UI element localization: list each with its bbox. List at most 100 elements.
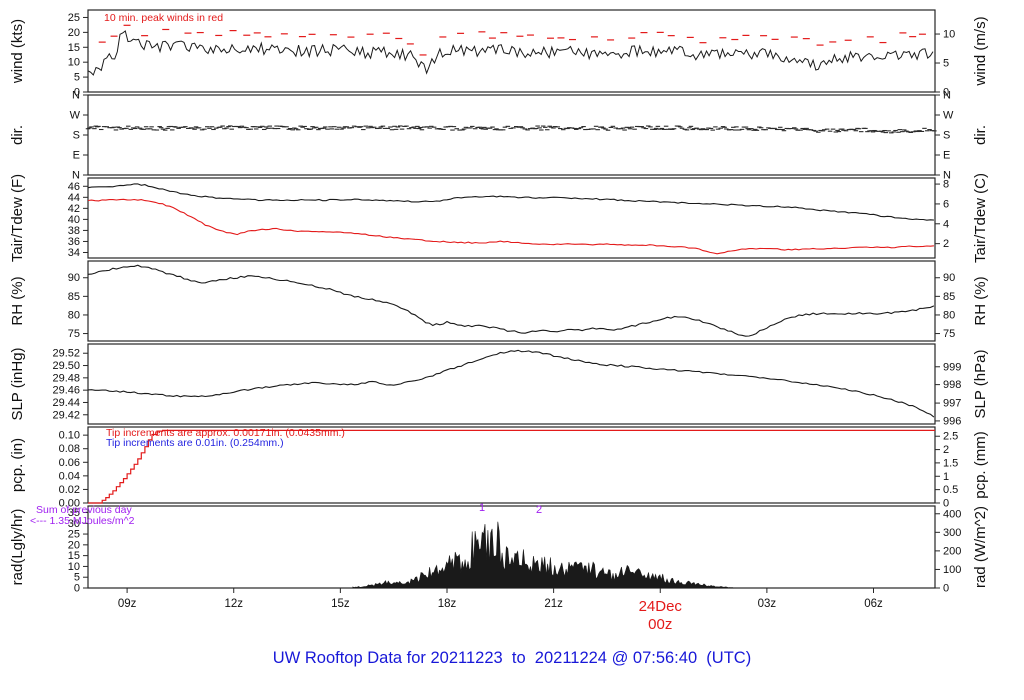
svg-text:80: 80 — [68, 309, 80, 321]
series-slp — [87, 349, 935, 418]
svg-text:15: 15 — [68, 550, 80, 562]
rad-marker-1: 1 — [479, 502, 486, 514]
svg-text:0.04: 0.04 — [59, 470, 80, 482]
series-tair — [87, 183, 934, 221]
x-tick-date: 24Dec — [639, 598, 683, 615]
svg-text:29.48: 29.48 — [52, 372, 80, 384]
svg-text:46: 46 — [68, 181, 80, 193]
svg-text:200: 200 — [943, 545, 961, 557]
svg-text:29.42: 29.42 — [52, 409, 80, 421]
figure-title: UW Rooftop Data for 20211223 to 20211224… — [272, 649, 752, 667]
svg-text:W: W — [70, 110, 81, 122]
axis-label-right-pcp: pcp. (mm) — [972, 431, 989, 499]
x-tick-label: 21z — [544, 598, 563, 610]
svg-text:E: E — [73, 150, 80, 162]
panel-dir: NESWNNESWNdir. dir. — [9, 90, 989, 182]
svg-text:36: 36 — [68, 236, 80, 248]
svg-text:997: 997 — [943, 398, 961, 410]
svg-text:1: 1 — [943, 471, 949, 483]
svg-text:20: 20 — [68, 539, 80, 551]
svg-text:0.10: 0.10 — [59, 430, 80, 442]
svg-text:0: 0 — [74, 583, 80, 595]
x-axis: 09z 12z 15z 18z 21z 24Dec00z 03z 06z — [118, 588, 883, 633]
svg-text:999: 999 — [943, 361, 961, 373]
panel-rad: 051015202530350100200300400rad(Lgly/hr) r… — [9, 505, 989, 595]
svg-text:8: 8 — [943, 179, 949, 191]
svg-text:2: 2 — [943, 444, 949, 456]
svg-text:29.44: 29.44 — [52, 397, 80, 409]
svg-text:0.06: 0.06 — [59, 457, 80, 469]
svg-text:6: 6 — [943, 198, 949, 210]
svg-text:44: 44 — [68, 192, 80, 204]
svg-text:2: 2 — [943, 238, 949, 250]
svg-text:29.52: 29.52 — [52, 348, 80, 360]
rad-marker-2: 2 — [536, 504, 543, 516]
svg-text:40: 40 — [68, 214, 80, 226]
svg-text:N: N — [72, 170, 80, 182]
axis-label-right-rh: RH (%) — [972, 276, 989, 325]
svg-text:N: N — [72, 90, 80, 102]
svg-text:85: 85 — [68, 291, 80, 303]
svg-text:10: 10 — [68, 57, 80, 69]
svg-text:25: 25 — [68, 529, 80, 541]
axis-label-right-rad: rad (W/m^2) — [972, 506, 989, 588]
svg-text:90: 90 — [68, 272, 80, 284]
svg-text:1.5: 1.5 — [943, 457, 958, 469]
svg-text:998: 998 — [943, 379, 961, 391]
axis-label-right-temp: Tair/Tdew (C) — [972, 173, 989, 263]
svg-text:300: 300 — [943, 527, 961, 539]
svg-text:S: S — [73, 130, 80, 142]
wind-peak-note: 10 min. peak winds in red — [104, 12, 224, 24]
x-tick-label: 12z — [224, 598, 243, 610]
axis-label-right-slp: SLP (hPa) — [972, 350, 989, 419]
svg-text:E: E — [943, 150, 950, 162]
svg-text:5: 5 — [74, 72, 80, 84]
axis-label-left-slp: SLP (inHg) — [9, 347, 26, 420]
svg-text:75: 75 — [943, 328, 955, 340]
svg-text:0: 0 — [943, 583, 949, 595]
svg-text:5: 5 — [943, 58, 949, 70]
svg-text:4: 4 — [943, 218, 949, 230]
panel-rh: 75 80 85 90 75 80 85 90 RH (%) RH (%) — [9, 260, 989, 342]
svg-text:90: 90 — [943, 272, 955, 284]
svg-text:20: 20 — [68, 27, 80, 39]
svg-text:00z: 00z — [648, 616, 672, 633]
svg-text:34: 34 — [68, 247, 80, 259]
x-tick-label: 06z — [864, 598, 883, 610]
svg-text:5: 5 — [74, 572, 80, 584]
x-tick-label: 15z — [331, 598, 350, 610]
svg-text:400: 400 — [943, 508, 961, 520]
panel-temp: 343638404244462468Tair/Tdew (F) Tair/Tdew… — [9, 173, 989, 263]
svg-text:25: 25 — [68, 12, 80, 24]
svg-text:38: 38 — [68, 225, 80, 237]
svg-text:10: 10 — [68, 561, 80, 573]
axis-label-left-pcp: pcp. (in) — [9, 438, 26, 492]
svg-text:29.50: 29.50 — [52, 360, 80, 372]
svg-text:80: 80 — [943, 309, 955, 321]
pcp-tip-note-blue: Tip increments are 0.01in. (0.254mm.) — [106, 437, 284, 449]
svg-text:996: 996 — [943, 415, 961, 427]
axis-label-right-wind: wind (m/s) — [972, 16, 989, 86]
svg-text:S: S — [943, 130, 950, 142]
axis-label-left-wind: wind (kts) — [9, 19, 26, 84]
axis-label-right-dir: dir. — [972, 125, 989, 145]
svg-text:100: 100 — [943, 564, 961, 576]
axis-label-left-rh: RH (%) — [9, 276, 26, 325]
svg-text:2.5: 2.5 — [943, 431, 958, 443]
axis-label-left-rad: rad(Lgly/hr) — [9, 509, 26, 586]
svg-text:N: N — [943, 90, 951, 102]
series-rh — [87, 264, 935, 337]
svg-text:75: 75 — [68, 328, 80, 340]
svg-text:10: 10 — [943, 29, 955, 41]
x-tick-label: 18z — [438, 598, 457, 610]
svg-text:85: 85 — [943, 291, 955, 303]
svg-text:0.02: 0.02 — [59, 484, 80, 496]
axis-label-left-dir: dir. — [9, 125, 26, 145]
series-tdew — [87, 198, 934, 255]
svg-text:0.5: 0.5 — [943, 484, 958, 496]
meteogram-figure: 0 5 10 15 20 25 0 5 10 wind (kts) wind (m/s) N E S W N N… — [0, 0, 1024, 700]
svg-text:W: W — [943, 110, 954, 122]
meteogram-plot: 05101520250510wind (kts) wind (m/s)NESWNN… — [9, 9, 989, 633]
rad-sum-note-line2: <--- 1.35 MJoules/m^2 — [30, 515, 135, 527]
svg-text:29.46: 29.46 — [52, 385, 80, 397]
